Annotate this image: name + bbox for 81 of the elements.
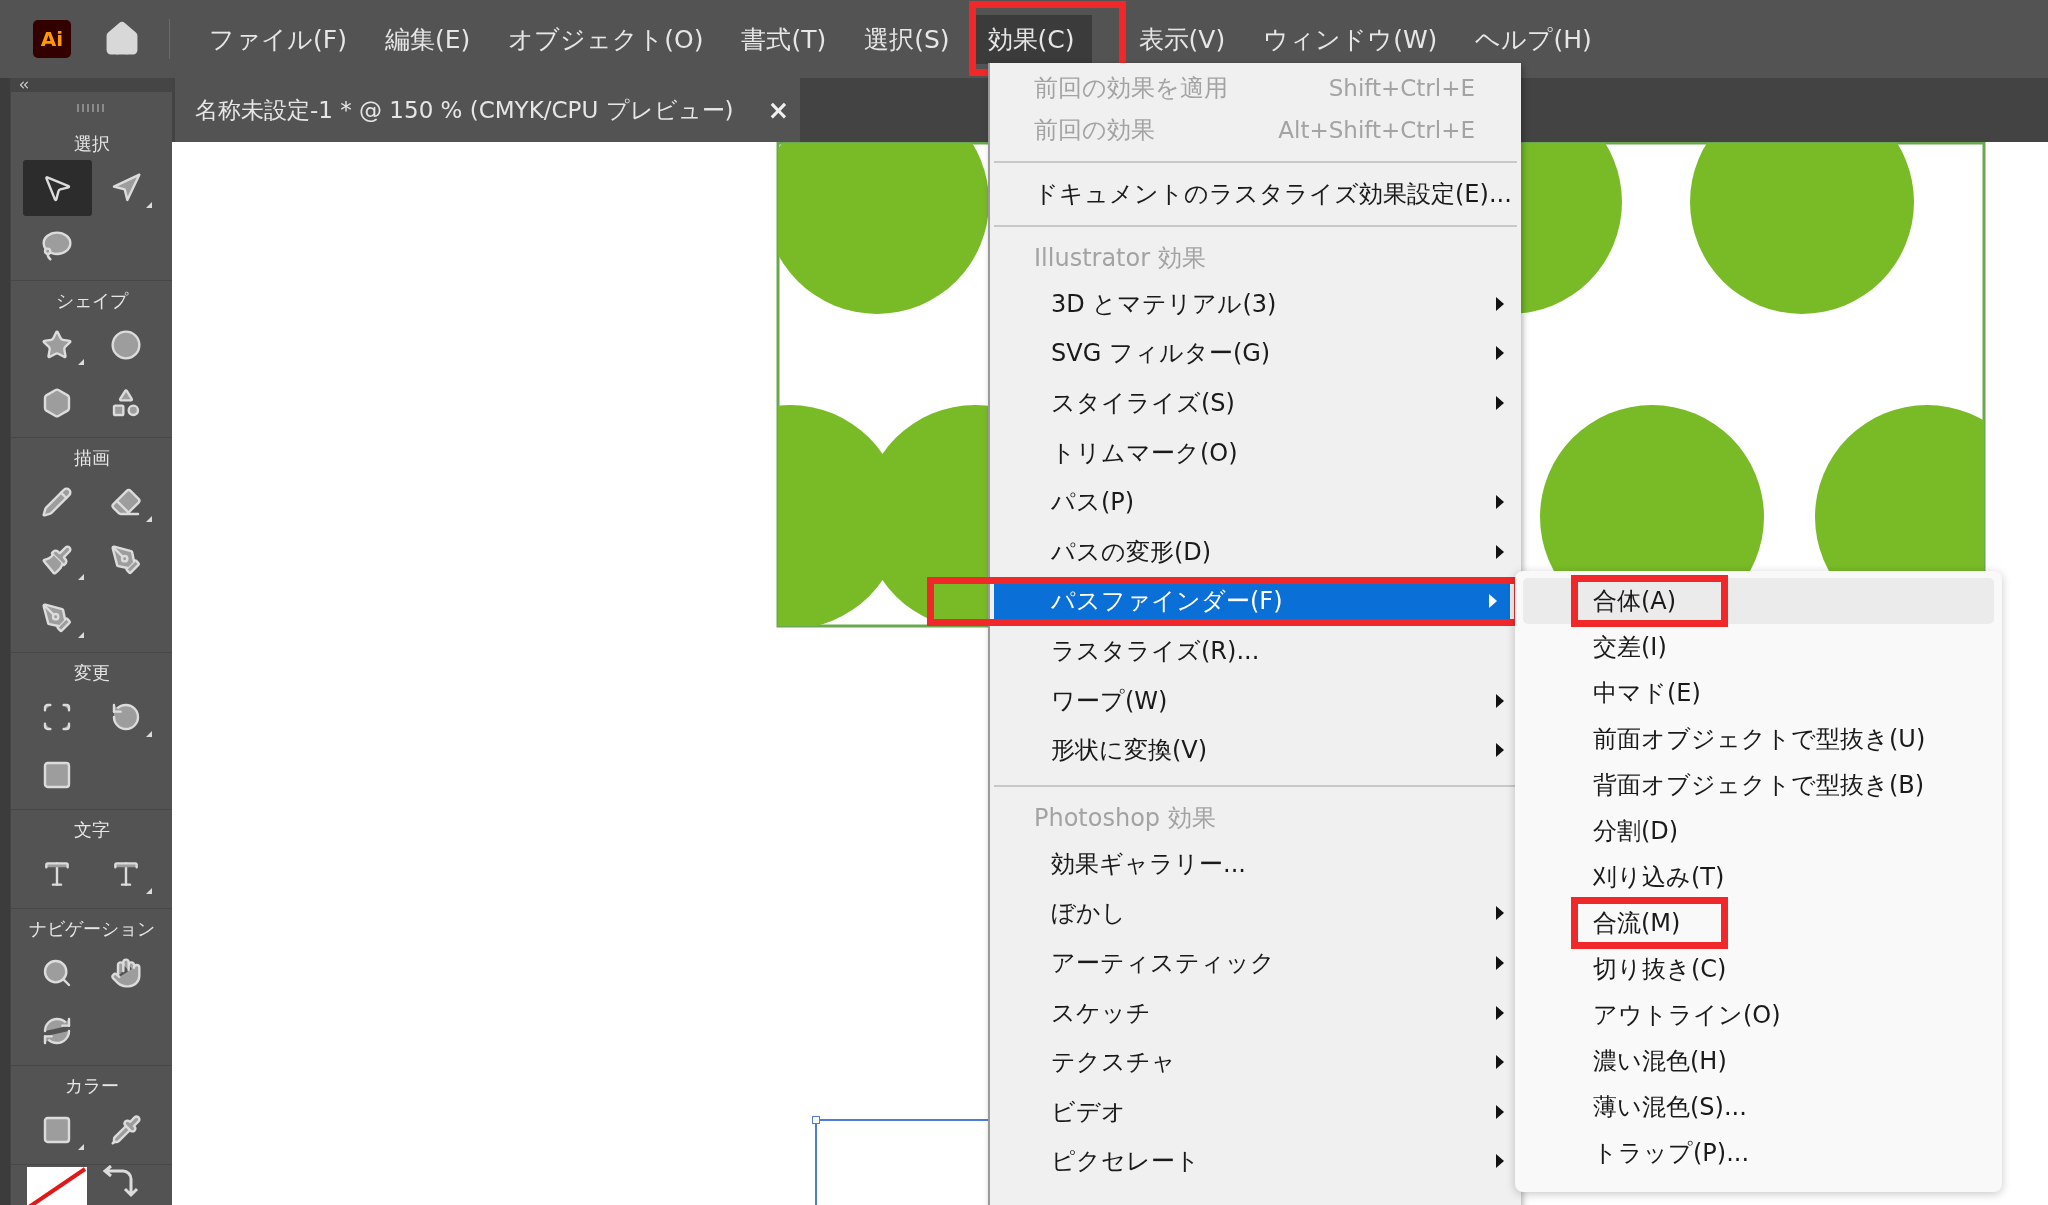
submenu-arrow-icon	[1495, 395, 1505, 411]
menu-item[interactable]: ビデオ	[994, 1086, 1517, 1137]
pen-nib-icon	[109, 544, 142, 576]
menu-item[interactable]: SVG フィルター(G)	[994, 328, 1517, 379]
submenu-item[interactable]: 薄い混色(S)...	[1523, 1084, 1994, 1130]
submenu-arrow-icon	[1495, 543, 1505, 560]
submenu-item[interactable]: 前面オブジェクトで型抜き(U)	[1523, 716, 1994, 762]
menu-item[interactable]: スケッチ	[994, 987, 1517, 1038]
menu-item[interactable]: トリムマーク(O)	[994, 427, 1517, 478]
lasso-icon	[41, 230, 74, 262]
submenu-arrow-icon	[1488, 593, 1498, 610]
submenu-item[interactable]: 背面オブジェクトで型抜き(B)	[1523, 762, 1994, 808]
submenu-arrow-icon	[1495, 494, 1505, 511]
menu-title[interactable]: ファイル(F)	[192, 14, 364, 64]
close-button[interactable]: ×	[767, 95, 790, 125]
section-label: 選択	[72, 132, 111, 156]
menu-title[interactable]: ウィンドウ(W)	[1246, 14, 1455, 64]
menu-item[interactable]: ワープ(W)	[994, 675, 1517, 726]
section-label: シェイプ	[54, 289, 130, 313]
submenu-arrow-icon	[1495, 692, 1505, 709]
submenu-item[interactable]: 合流(M)	[1523, 900, 1994, 946]
menu-title[interactable]: ヘルプ(H)	[1458, 14, 1609, 64]
submenu-arrow-icon	[1495, 1103, 1505, 1120]
menu-item[interactable]: スタイライズ(S)	[994, 378, 1517, 428]
submenu-item[interactable]: 交差(I)	[1523, 624, 1994, 670]
section-label: 変更	[72, 661, 111, 685]
submenu-item[interactable]: 刈り込み(T)	[1523, 854, 1994, 900]
eraser-icon	[109, 486, 142, 518]
submenu-arrow-icon	[1495, 1153, 1505, 1170]
submenu-arrow-icon	[1495, 742, 1505, 759]
shortcut-label: Alt+Shift+Ctrl+E	[1278, 117, 1476, 143]
section-label: 描画	[72, 446, 111, 470]
submenu-arrow-icon	[1495, 905, 1505, 922]
pen-nib-icon	[41, 602, 74, 634]
menu-item[interactable]: 効果ギャラリー...	[994, 838, 1517, 889]
paintbrush-icon	[41, 544, 74, 576]
section-label: 文字	[72, 818, 111, 842]
section-label: カラー	[63, 1074, 120, 1098]
pencil-icon	[41, 486, 74, 518]
collapse-icon[interactable]	[17, 78, 31, 92]
submenu-arrow-icon	[1495, 295, 1505, 312]
menu-item[interactable]: ラスタライズ(R)...	[994, 626, 1517, 676]
document-title: 名称未設定-1 * @ 150 % (CMYK/CPU プレビュー)	[195, 95, 734, 125]
hand-icon	[109, 957, 142, 989]
tool-button[interactable]	[23, 160, 92, 216]
star-icon	[41, 329, 74, 361]
menu-title[interactable]: 表示(V)	[1121, 14, 1243, 64]
submenu-item[interactable]: アウトライン(O)	[1523, 992, 1994, 1038]
menu-item[interactable]: パスファインダー(F)	[994, 582, 1510, 621]
submenu-arrow-icon	[1495, 1054, 1505, 1071]
eyedropper-icon	[109, 1114, 142, 1146]
ellipse-icon	[109, 329, 142, 361]
menu-item[interactable]: アーティスティック	[994, 938, 1517, 988]
menu-item[interactable]: テクスチャ	[994, 1037, 1517, 1087]
app-logo: Ai	[33, 20, 71, 58]
document-tab[interactable]: 名称未設定-1 * @ 150 % (CMYK/CPU プレビュー) ×	[175, 78, 800, 142]
submenu-arrow-icon	[1495, 954, 1505, 971]
submenu-item[interactable]: トラップ(P)...	[1523, 1130, 1994, 1176]
menu-item[interactable]: 形状に変換(V)	[994, 725, 1517, 775]
menu-title[interactable]: オブジェクト(O)	[491, 14, 721, 64]
submenu-arrow-icon	[1495, 1004, 1505, 1021]
submenu-item[interactable]: 中マド(E)	[1523, 670, 1994, 716]
submenu-arrow-icon	[1495, 345, 1505, 362]
submenu-item[interactable]: 分割(D)	[1523, 808, 1994, 854]
grip-icon[interactable]	[76, 104, 107, 112]
menu-item[interactable]: パス(P)	[994, 477, 1517, 527]
menu-item[interactable]: ぼかし	[994, 888, 1517, 939]
menu-title[interactable]: 選択(S)	[847, 14, 967, 64]
menu-item[interactable]: ピクセレート	[994, 1136, 1517, 1187]
shortcut-label: Shift+Ctrl+E	[1328, 75, 1476, 101]
section-label: ナビゲーション	[27, 917, 156, 941]
menu-section-header: Photoshop 効果	[1033, 802, 1217, 834]
menu-item[interactable]: ドキュメントのラスタライズ効果設定(E)...	[994, 173, 1517, 215]
menu-item[interactable]: 3D とマテリアル(3)	[994, 279, 1517, 329]
submenu-item[interactable]: 合体(A)	[1523, 578, 1994, 624]
menu-title[interactable]: 書式(T)	[724, 14, 844, 64]
submenu-item[interactable]: 切り抜き(C)	[1523, 946, 1994, 992]
submenu-item[interactable]: 濃い混色(H)	[1523, 1038, 1994, 1084]
menu-title[interactable]: 編集(E)	[367, 14, 488, 64]
menu-section-header: Illustrator 効果	[1033, 243, 1207, 274]
menu-item[interactable]: パスの変形(D)	[994, 526, 1517, 577]
